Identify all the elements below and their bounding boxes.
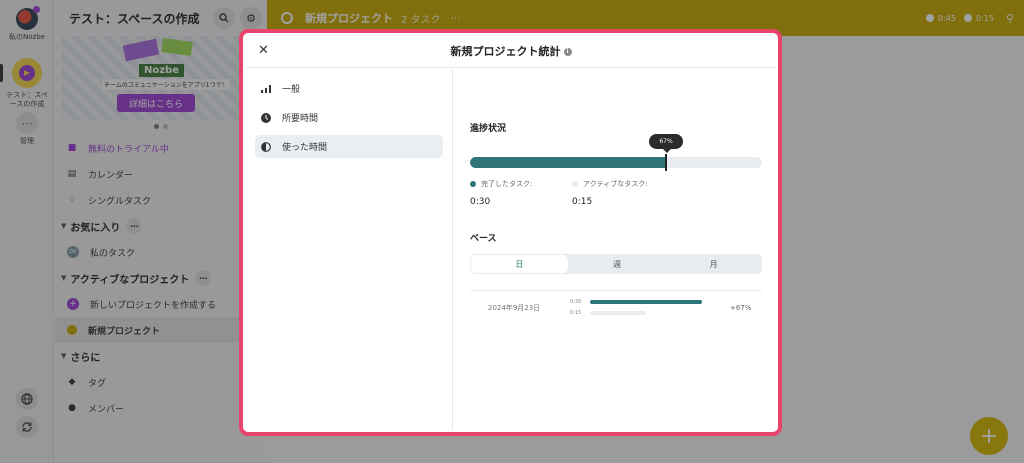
modal-title: 新規プロジェクト統計: [450, 45, 561, 58]
modal-title-wrap: 新規プロジェクト統計 i: [246, 43, 776, 59]
stats-content: 進捗状況 67% 完了したタスク: アクティブなタスク: 0:30 0:15 ベ…: [470, 69, 762, 430]
progress-percent-bubble: 67%: [649, 134, 683, 153]
nav-label: 使った時間: [282, 143, 328, 153]
bar-chart-icon: [261, 84, 271, 93]
tab-month[interactable]: 月: [665, 254, 762, 274]
completed-dot: [470, 181, 476, 187]
progress-bar: [470, 157, 762, 168]
completed-time-bar: [590, 300, 702, 304]
completed-value: 0:30: [470, 197, 491, 207]
breakdown-date: 2024年9月23日: [488, 304, 541, 312]
legend-label: 完了したタスク:: [481, 180, 533, 188]
progress-bar-fill: [470, 157, 666, 168]
stats-nav-estimated-time[interactable]: 所要時間: [255, 106, 443, 129]
completed-time-label: 0:30: [570, 299, 582, 305]
modal-header: ✕ 新規プロジェクト統計 i: [246, 35, 776, 68]
legend-completed: 完了したタスク:: [470, 179, 532, 189]
nav-label: 所要時間: [282, 114, 319, 124]
stats-nav-general[interactable]: 一般: [255, 77, 443, 100]
nav-label: 一般: [282, 85, 301, 95]
legend-label: アクティブなタスク:: [583, 180, 648, 188]
change-percent: +67%: [730, 304, 752, 312]
progress-heading: 進捗状況: [470, 124, 507, 134]
close-icon[interactable]: ✕: [258, 43, 269, 58]
progress-marker: [665, 154, 667, 171]
stats-modal: ✕ 新規プロジェクト統計 i 一般 所要時間 使った時間 進捗状況 67% 完了…: [246, 35, 776, 430]
stats-nav: 一般 所要時間 使った時間: [246, 69, 453, 430]
base-heading: ベース: [470, 234, 497, 244]
period-segmented-control: 日 週 月: [470, 254, 762, 274]
tab-week[interactable]: 週: [569, 254, 666, 274]
active-value: 0:15: [572, 197, 593, 207]
legend-active: アクティブなタスク:: [572, 179, 648, 189]
divider: [470, 290, 762, 291]
clock-icon: [261, 112, 271, 123]
active-time-label: 0:15: [570, 310, 582, 316]
half-clock-icon: [261, 141, 271, 152]
stats-nav-time-spent[interactable]: 使った時間: [255, 135, 443, 158]
active-dot: [572, 181, 578, 187]
tab-day[interactable]: 日: [471, 255, 568, 273]
active-time-bar: [590, 311, 646, 315]
info-icon[interactable]: i: [563, 48, 572, 56]
